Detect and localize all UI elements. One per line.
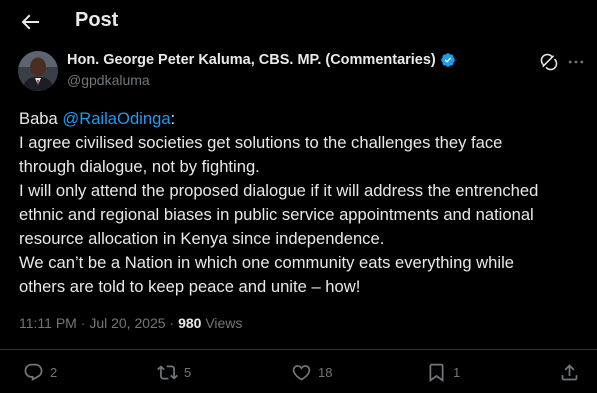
post-time[interactable]: 11:11 PM [19,315,77,331]
avatar[interactable] [18,51,58,91]
page-title: Post [75,9,119,31]
author-handle[interactable]: @gpdkaluma [67,72,150,88]
views-count: 980 [178,315,202,331]
grok-icon[interactable] [539,52,559,72]
views-label: Views [205,315,243,331]
post-header: Hon. George Peter Kaluma, CBS. MP. (Comm… [0,46,597,96]
mention-link[interactable]: @RailaOdinga [62,109,170,128]
heart-icon [292,365,311,381]
post-line: I will only attend the proposed dialogue… [19,181,539,200]
post-line: ethnic and regional biases in public ser… [19,205,534,224]
reply-button[interactable]: 2 [23,362,57,383]
post-line: I agree civilised societies get solution… [19,133,503,152]
divider [0,349,597,350]
post-line: resource allocation in Kenya since indep… [19,229,385,248]
reply-icon [24,363,43,381]
post-greeting-line: Baba @RailaOdinga: [19,107,584,131]
top-bar: Post [0,0,597,44]
bookmark-button[interactable]: 1 [426,362,460,383]
action-bar: 2 5 18 1 [0,362,597,390]
post-date[interactable]: Jul 20, 2025 [89,315,165,331]
bookmark-icon [429,363,444,383]
post-text: Baba @RailaOdinga: I agree civilised soc… [19,107,584,299]
repost-button[interactable]: 5 [157,362,191,383]
like-button[interactable]: 18 [291,362,332,383]
post-greeting: Baba [19,109,63,128]
verified-badge-icon [440,53,455,67]
arrow-left-icon[interactable] [18,10,42,34]
meta-separator: · [169,315,179,331]
repost-count: 5 [184,365,192,380]
bookmark-count: 1 [453,365,461,380]
post-line: We can’t be a Nation in which one commun… [19,253,514,272]
post-greeting-suffix: : [170,109,176,128]
reply-count: 2 [50,365,58,380]
avatar-image [18,51,58,91]
author-name[interactable]: Hon. George Peter Kaluma, CBS. MP. (Comm… [67,52,436,68]
post-meta: 11:11 PM · Jul 20, 2025 · 980 Views [19,315,242,331]
like-count: 18 [318,365,333,380]
share-button[interactable] [559,362,580,383]
post-line: others are told to keep peace and unite … [19,277,361,296]
author-name-row[interactable]: Hon. George Peter Kaluma, CBS. MP. (Comm… [67,52,456,68]
repost-icon [157,365,178,380]
more-options-icon[interactable] [566,52,586,72]
share-icon [561,364,578,381]
post-line: through dialogue, not by fighting. [19,157,260,176]
